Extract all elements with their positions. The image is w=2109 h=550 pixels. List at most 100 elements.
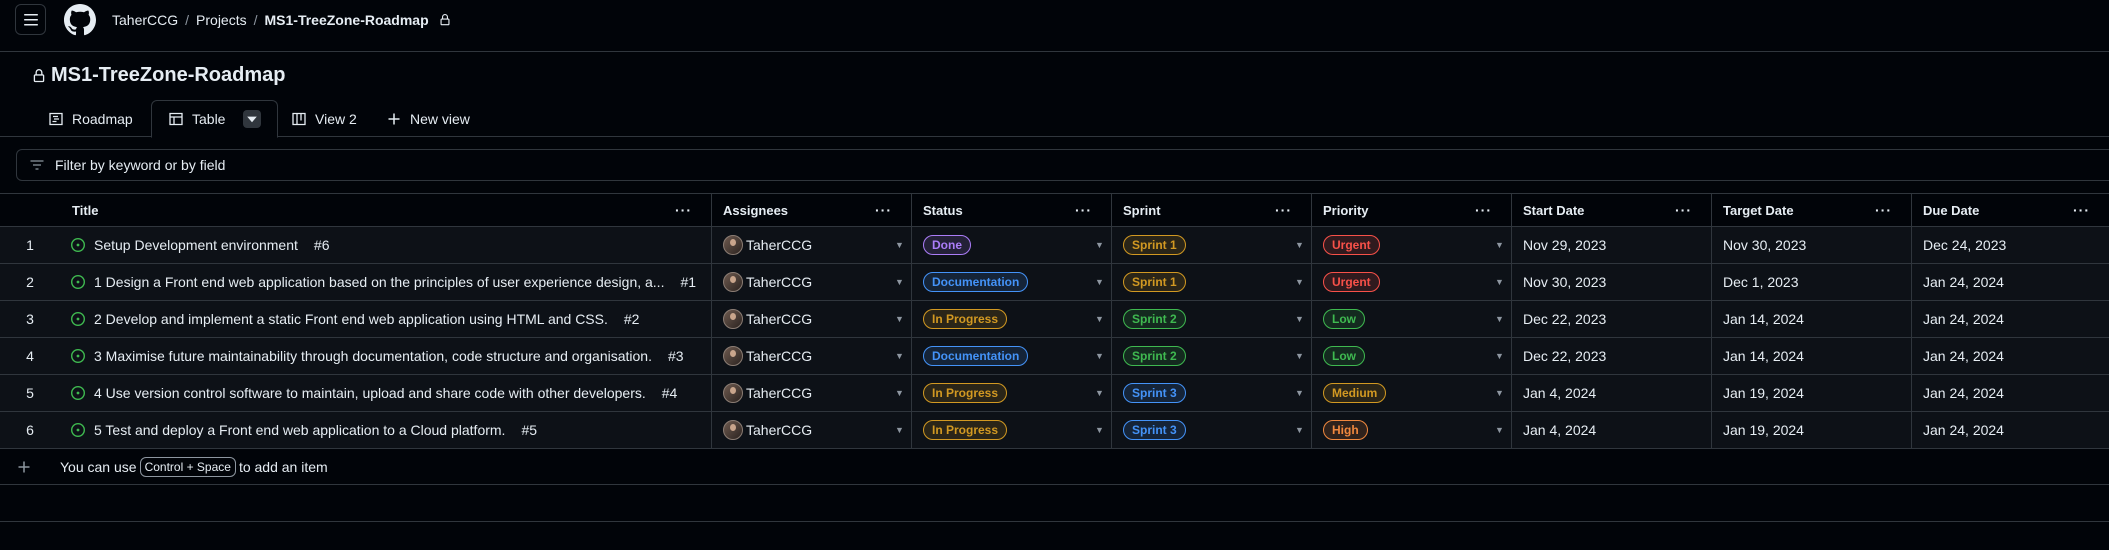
sprint-cell[interactable]: Sprint 2	[1123, 338, 1186, 374]
dropdown-caret-icon[interactable]: ▼	[1295, 375, 1304, 411]
issue-number[interactable]: #4	[662, 385, 678, 401]
dropdown-caret-icon[interactable]: ▼	[1295, 338, 1304, 374]
dropdown-caret-icon[interactable]: ▼	[1495, 227, 1504, 263]
item-title[interactable]: 4 Use version control software to mainta…	[94, 385, 646, 401]
dropdown-caret-icon[interactable]: ▼	[895, 412, 904, 448]
column-divider[interactable]	[1111, 194, 1112, 226]
assignee-cell[interactable]: TaherCCG	[723, 264, 812, 300]
priority-cell[interactable]: High	[1323, 412, 1368, 448]
column-header-due-date[interactable]: Due Date	[1923, 194, 1979, 226]
status-cell[interactable]: In Progress	[923, 412, 1008, 448]
sprint-cell[interactable]: Sprint 1	[1123, 264, 1186, 300]
priority-cell[interactable]: Urgent	[1323, 264, 1380, 300]
item-title[interactable]: 5 Test and deploy a Front end web applic…	[94, 422, 505, 438]
column-options-icon[interactable]: ···	[1475, 194, 1492, 226]
column-options-icon[interactable]: ···	[1675, 194, 1692, 226]
start-date-cell[interactable]: Dec 22, 2023	[1523, 338, 1606, 374]
dropdown-caret-icon[interactable]: ▼	[1095, 227, 1104, 263]
column-options-icon[interactable]: ···	[875, 194, 892, 226]
column-header-start-date[interactable]: Start Date	[1523, 194, 1584, 226]
target-date-cell[interactable]: Jan 14, 2024	[1723, 301, 1804, 337]
dropdown-caret-icon[interactable]: ▼	[895, 301, 904, 337]
column-header-sprint[interactable]: Sprint	[1123, 194, 1161, 226]
table-row[interactable]: 6 5 Test and deploy a Front end web appli…	[0, 412, 2109, 449]
breadcrumb-projects[interactable]: Projects	[196, 12, 247, 28]
view-options-button[interactable]	[243, 110, 262, 128]
item-title[interactable]: 2 Develop and implement a static Front e…	[94, 311, 608, 327]
dropdown-caret-icon[interactable]: ▼	[895, 227, 904, 263]
item-title-cell[interactable]: Setup Development environment #6	[70, 227, 701, 263]
dropdown-caret-icon[interactable]: ▼	[1495, 412, 1504, 448]
item-title[interactable]: 3 Maximise future maintainability throug…	[94, 348, 652, 364]
tab-view-2[interactable]: View 2	[291, 100, 357, 137]
target-date-cell[interactable]: Nov 30, 2023	[1723, 227, 1806, 263]
issue-number[interactable]: #3	[668, 348, 684, 364]
dropdown-caret-icon[interactable]: ▼	[1495, 264, 1504, 300]
item-title[interactable]: Setup Development environment	[94, 237, 298, 253]
item-title-cell[interactable]: 4 Use version control software to mainta…	[70, 375, 701, 411]
dropdown-caret-icon[interactable]: ▼	[1495, 375, 1504, 411]
issue-number[interactable]: #6	[314, 237, 330, 253]
issue-number[interactable]: #1	[680, 274, 696, 290]
table-row[interactable]: 4 3 Maximise future maintainability throu…	[0, 338, 2109, 375]
due-date-cell[interactable]: Jan 24, 2024	[1923, 301, 2004, 337]
assignee-cell[interactable]: TaherCCG	[723, 375, 812, 411]
column-header-assignees[interactable]: Assignees	[723, 194, 788, 226]
column-divider[interactable]	[911, 194, 912, 226]
item-title-cell[interactable]: 3 Maximise future maintainability throug…	[70, 338, 701, 374]
sprint-cell[interactable]: Sprint 3	[1123, 412, 1186, 448]
column-divider[interactable]	[711, 194, 712, 226]
column-header-target-date[interactable]: Target Date	[1723, 194, 1794, 226]
dropdown-caret-icon[interactable]: ▼	[1095, 375, 1104, 411]
due-date-cell[interactable]: Dec 24, 2023	[1923, 227, 2006, 263]
tab-table[interactable]: Table	[151, 100, 279, 138]
dropdown-caret-icon[interactable]: ▼	[1095, 412, 1104, 448]
table-row[interactable]: 2 1 Design a Front end web application ba…	[0, 264, 2109, 301]
add-item-row[interactable]: You can use Control + Space to add an it…	[0, 449, 2109, 485]
assignee-cell[interactable]: TaherCCG	[723, 412, 812, 448]
github-logo-icon[interactable]	[64, 4, 96, 36]
column-divider[interactable]	[1511, 194, 1512, 226]
assignee-cell[interactable]: TaherCCG	[723, 301, 812, 337]
assignee-cell[interactable]: TaherCCG	[723, 338, 812, 374]
tab-roadmap[interactable]: Roadmap	[48, 100, 133, 137]
sprint-cell[interactable]: Sprint 2	[1123, 301, 1186, 337]
due-date-cell[interactable]: Jan 24, 2024	[1923, 264, 2004, 300]
priority-cell[interactable]: Low	[1323, 301, 1365, 337]
due-date-cell[interactable]: Jan 24, 2024	[1923, 338, 2004, 374]
dropdown-caret-icon[interactable]: ▼	[1495, 301, 1504, 337]
column-header-title[interactable]: Title	[72, 194, 99, 226]
item-title-cell[interactable]: 2 Develop and implement a static Front e…	[70, 301, 701, 337]
dropdown-caret-icon[interactable]: ▼	[1095, 301, 1104, 337]
item-title[interactable]: 1 Design a Front end web application bas…	[94, 274, 664, 290]
status-cell[interactable]: Done	[923, 227, 971, 263]
assignee-cell[interactable]: TaherCCG	[723, 227, 812, 263]
column-header-status[interactable]: Status	[923, 194, 963, 226]
column-options-icon[interactable]: ···	[1075, 194, 1092, 226]
column-options-icon[interactable]: ···	[675, 194, 692, 226]
column-divider[interactable]	[1711, 194, 1712, 226]
column-divider[interactable]	[1311, 194, 1312, 226]
target-date-cell[interactable]: Jan 14, 2024	[1723, 338, 1804, 374]
priority-cell[interactable]: Urgent	[1323, 227, 1380, 263]
start-date-cell[interactable]: Nov 29, 2023	[1523, 227, 1606, 263]
dropdown-caret-icon[interactable]: ▼	[895, 375, 904, 411]
dropdown-caret-icon[interactable]: ▼	[1095, 338, 1104, 374]
status-cell[interactable]: Documentation	[923, 264, 1029, 300]
dropdown-caret-icon[interactable]: ▼	[1295, 264, 1304, 300]
target-date-cell[interactable]: Dec 1, 2023	[1723, 264, 1799, 300]
dropdown-caret-icon[interactable]: ▼	[895, 338, 904, 374]
column-options-icon[interactable]: ···	[2073, 194, 2090, 226]
table-row[interactable]: 5 4 Use version control software to maint…	[0, 375, 2109, 412]
priority-cell[interactable]: Medium	[1323, 375, 1387, 411]
due-date-cell[interactable]: Jan 24, 2024	[1923, 375, 2004, 411]
start-date-cell[interactable]: Jan 4, 2024	[1523, 412, 1596, 448]
status-cell[interactable]: In Progress	[923, 375, 1008, 411]
issue-number[interactable]: #5	[521, 422, 537, 438]
dropdown-caret-icon[interactable]: ▼	[1295, 301, 1304, 337]
start-date-cell[interactable]: Jan 4, 2024	[1523, 375, 1596, 411]
priority-cell[interactable]: Low	[1323, 338, 1365, 374]
add-item-plus-icon[interactable]	[16, 449, 32, 484]
dropdown-caret-icon[interactable]: ▼	[1095, 264, 1104, 300]
item-title-cell[interactable]: 1 Design a Front end web application bas…	[70, 264, 701, 300]
